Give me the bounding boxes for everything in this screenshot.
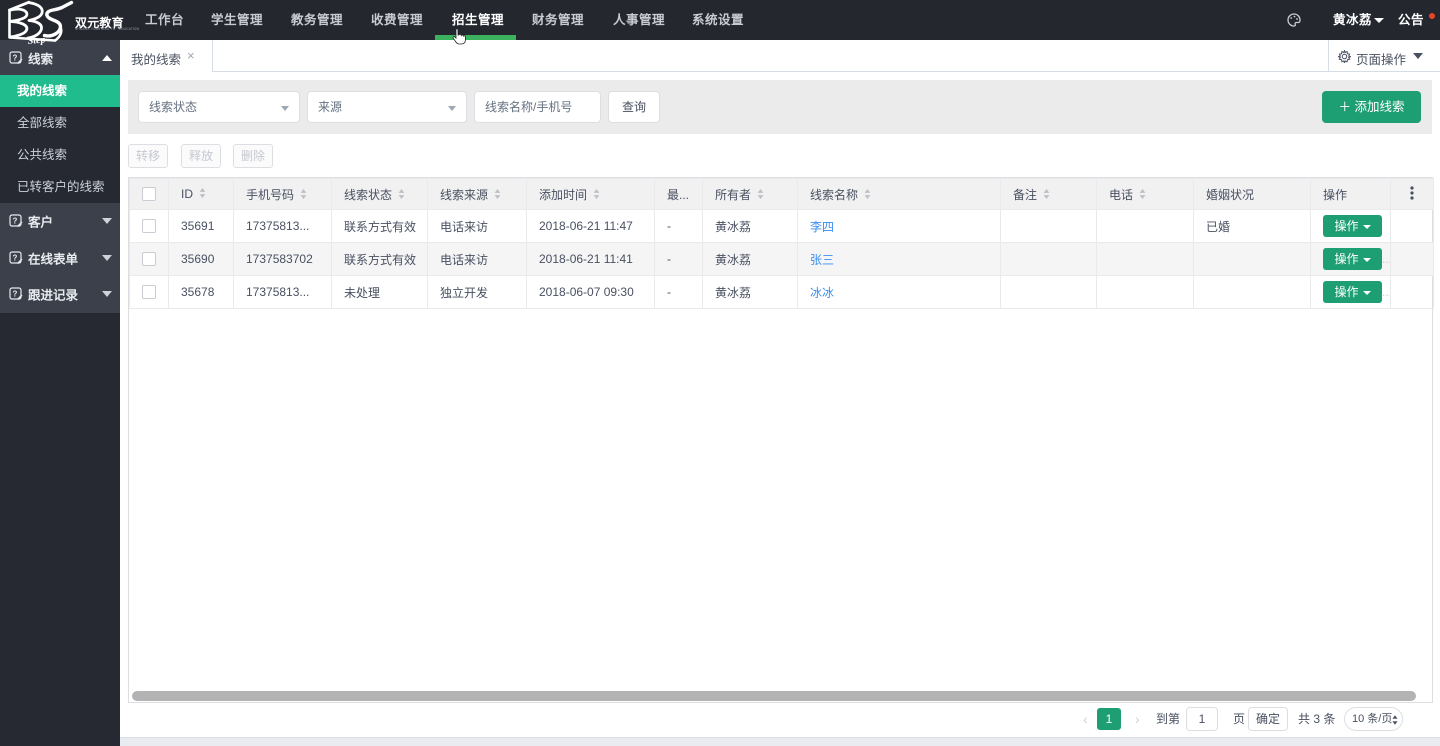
svg-text:?: ? — [13, 53, 18, 62]
svg-text:?: ? — [13, 253, 18, 262]
svg-text:?: ? — [13, 217, 18, 226]
svg-text:Step: Step — [27, 34, 46, 47]
svg-text:?: ? — [13, 290, 18, 299]
